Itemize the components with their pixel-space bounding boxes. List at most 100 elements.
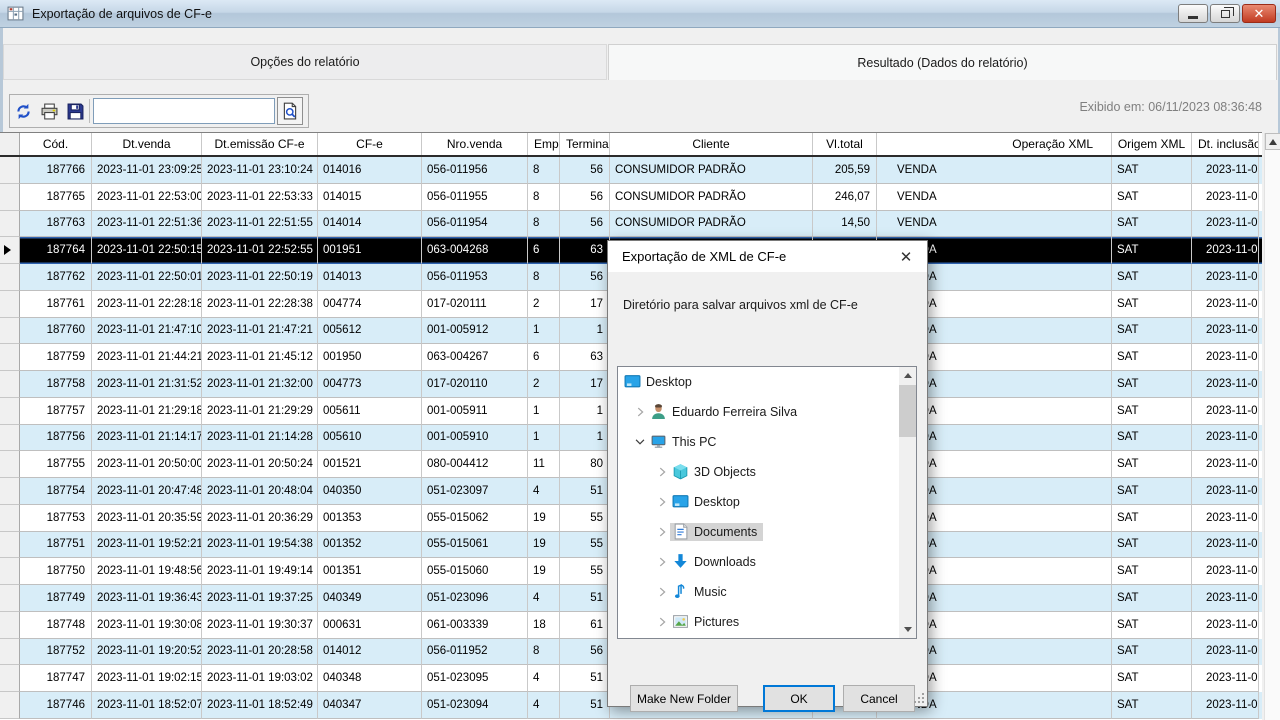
grid-vertical-scrollbar[interactable]: [1264, 133, 1280, 720]
save-button[interactable]: [62, 98, 88, 124]
column-header-11[interactable]: Origem XML: [1112, 133, 1192, 155]
tree-item-label: Pictures: [694, 613, 745, 631]
table-cell: 2023-11-01: [1192, 639, 1259, 666]
chevron-right-icon[interactable]: [654, 524, 670, 540]
table-cell: 2023-11-01 21:29:18: [92, 398, 202, 425]
tree-item-this-pc[interactable]: This PC: [618, 427, 916, 457]
tree-item-downloads[interactable]: Downloads: [618, 547, 916, 577]
table-cell: 246,07: [813, 184, 877, 211]
column-header-10[interactable]: Operação XML: [877, 133, 1112, 155]
table-cell: 51: [560, 585, 610, 612]
tree-item-3d-objects[interactable]: 3D Objects: [618, 457, 916, 487]
table-cell: 2023-11-01: [1192, 585, 1259, 612]
table-cell: 187754: [20, 478, 92, 505]
table-cell: 51: [560, 478, 610, 505]
table-cell: 2: [528, 291, 560, 318]
chevron-right-icon[interactable]: [654, 494, 670, 510]
dialog-close-button[interactable]: ✕: [895, 246, 917, 268]
dialog-resize-grip[interactable]: [914, 693, 924, 703]
chevron-right-icon[interactable]: [654, 464, 670, 480]
table-cell: 051-023096: [422, 585, 528, 612]
table-cell: 187747: [20, 665, 92, 692]
preview-button[interactable]: [277, 97, 303, 125]
table-cell: 2023-11-01 20:50:00: [92, 451, 202, 478]
column-header-6[interactable]: Emp: [528, 133, 560, 155]
column-header-7[interactable]: Terminal: [560, 133, 610, 155]
table-cell: 040347: [318, 692, 422, 719]
preview-icon: [281, 102, 299, 120]
column-header-9[interactable]: Vl.total: [813, 133, 877, 155]
chevron-right-icon[interactable]: [654, 614, 670, 630]
column-header-5[interactable]: Nro.venda: [422, 133, 528, 155]
tree-item-desktop[interactable]: Desktop: [618, 487, 916, 517]
close-icon: ✕: [1254, 7, 1265, 20]
column-header-1[interactable]: Cód.: [20, 133, 92, 155]
chevron-up-icon: [904, 373, 912, 378]
table-cell: 51: [560, 665, 610, 692]
ok-button[interactable]: OK: [763, 685, 835, 712]
refresh-button[interactable]: [10, 98, 36, 124]
table-cell: 17: [560, 291, 610, 318]
table-cell: 205,59: [813, 157, 877, 184]
scroll-up-button[interactable]: [1265, 133, 1280, 150]
table-row[interactable]: 1877652023-11-01 22:53:002023-11-01 22:5…: [0, 184, 1262, 211]
chevron-right-icon[interactable]: [654, 554, 670, 570]
minimize-button[interactable]: [1178, 4, 1208, 23]
tree-scroll-down-button[interactable]: [899, 621, 916, 638]
table-cell: 051-023094: [422, 692, 528, 719]
table-cell: 187755: [20, 451, 92, 478]
table-cell: 2023-11-01 20:36:29: [202, 505, 318, 532]
row-marker: [0, 264, 20, 291]
print-button[interactable]: [36, 98, 62, 124]
table-cell: 2023-11-01 22:53:00: [92, 184, 202, 211]
chevron-right-icon[interactable]: [654, 584, 670, 600]
table-cell: 63: [560, 237, 610, 264]
chevron-right-icon[interactable]: [632, 404, 648, 420]
table-cell: 187753: [20, 505, 92, 532]
tree-scroll-up-button[interactable]: [899, 367, 916, 384]
table-row[interactable]: 1877662023-11-01 23:09:252023-11-01 23:1…: [0, 157, 1262, 184]
row-marker: [0, 184, 20, 211]
table-cell: 004774: [318, 291, 422, 318]
table-cell: 14,50: [813, 211, 877, 238]
table-cell: 187756: [20, 425, 92, 452]
tab-opcoes-relatorio[interactable]: Opções do relatório: [3, 44, 607, 80]
cancel-button[interactable]: Cancel: [843, 685, 915, 712]
table-cell: 55: [560, 532, 610, 559]
close-button[interactable]: ✕: [1242, 4, 1276, 23]
row-marker: [0, 451, 20, 478]
tree-item-music[interactable]: Music: [618, 577, 916, 607]
tab-resultado[interactable]: Resultado (Dados do relatório): [608, 44, 1277, 80]
table-cell: 2023-11-01 19:30:08: [92, 612, 202, 639]
table-cell: 004773: [318, 371, 422, 398]
search-input[interactable]: [93, 98, 275, 124]
column-header-4[interactable]: CF-e: [318, 133, 422, 155]
chevron-down-icon[interactable]: [632, 434, 648, 450]
table-cell: 001521: [318, 451, 422, 478]
table-cell: 2023-11-01 21:32:00: [202, 371, 318, 398]
table-cell: SAT: [1112, 558, 1192, 585]
table-cell: 1: [560, 425, 610, 452]
make-new-folder-button[interactable]: Make New Folder: [630, 685, 738, 712]
column-header-2[interactable]: Dt.venda: [92, 133, 202, 155]
table-cell: 014013: [318, 264, 422, 291]
tree-item-content: Documents: [670, 523, 763, 541]
row-marker: [0, 237, 20, 264]
window-titlebar: Exportação de arquivos de CF-e ✕: [0, 0, 1280, 28]
column-header-12[interactable]: Dt. inclusão: [1192, 133, 1259, 155]
table-row[interactable]: 1877632023-11-01 22:51:362023-11-01 22:5…: [0, 211, 1262, 238]
column-header-3[interactable]: Dt.emissão CF-e: [202, 133, 318, 155]
grid-corner-cell: [0, 133, 20, 155]
tree-item-eduardo-ferreira-silva[interactable]: Eduardo Ferreira Silva: [618, 397, 916, 427]
tree-item-pictures[interactable]: Pictures: [618, 607, 916, 637]
table-cell: 1: [528, 318, 560, 345]
column-header-8[interactable]: Cliente: [610, 133, 813, 155]
tree-item-documents[interactable]: Documents: [618, 517, 916, 547]
tree-scroll-thumb[interactable]: [899, 385, 916, 437]
table-cell: 017-020111: [422, 291, 528, 318]
tree-item-desktop[interactable]: Desktop: [618, 367, 916, 397]
tree-scrollbar[interactable]: [899, 367, 916, 638]
table-cell: SAT: [1112, 211, 1192, 238]
restore-button[interactable]: [1210, 4, 1240, 23]
table-cell: 2023-11-01 22:50:01: [92, 264, 202, 291]
